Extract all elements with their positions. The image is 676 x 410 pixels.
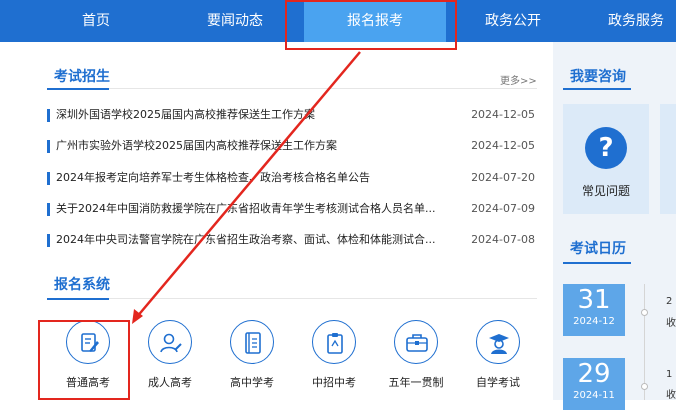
annotation-arrow-icon [132,51,361,324]
